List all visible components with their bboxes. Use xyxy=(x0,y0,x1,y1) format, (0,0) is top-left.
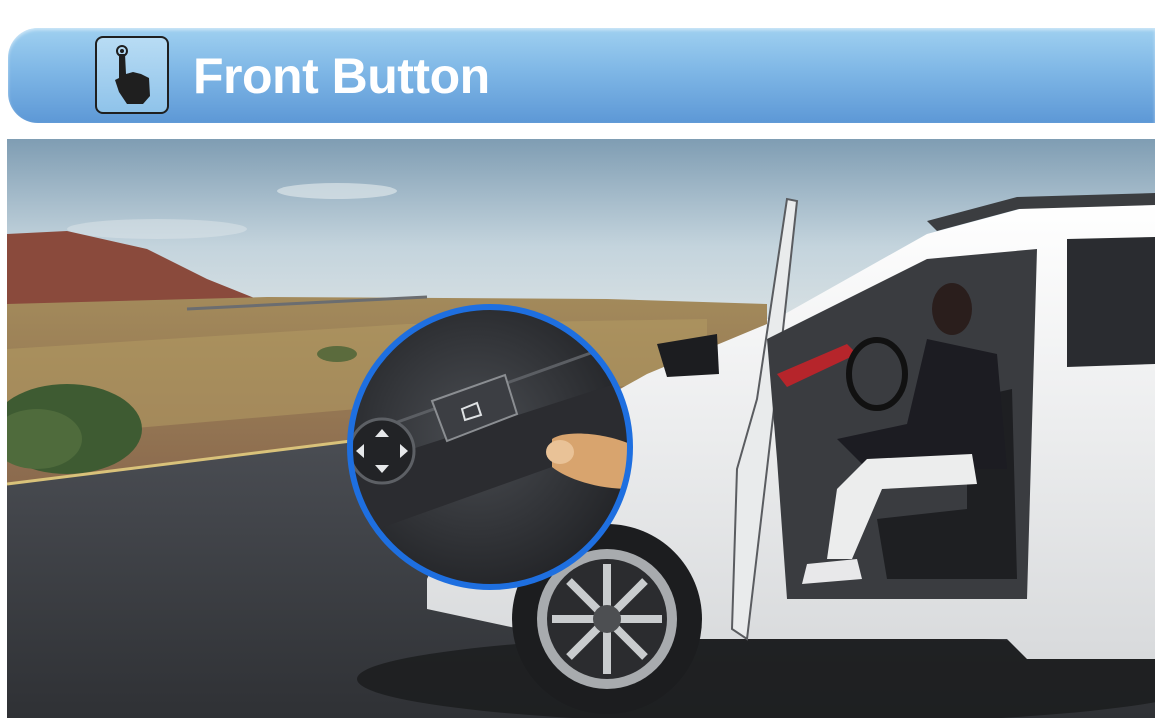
page-title: Front Button xyxy=(193,48,490,104)
press-button-icon xyxy=(95,36,169,114)
car-open-door-image xyxy=(7,139,1155,718)
title-banner xyxy=(8,28,1155,123)
